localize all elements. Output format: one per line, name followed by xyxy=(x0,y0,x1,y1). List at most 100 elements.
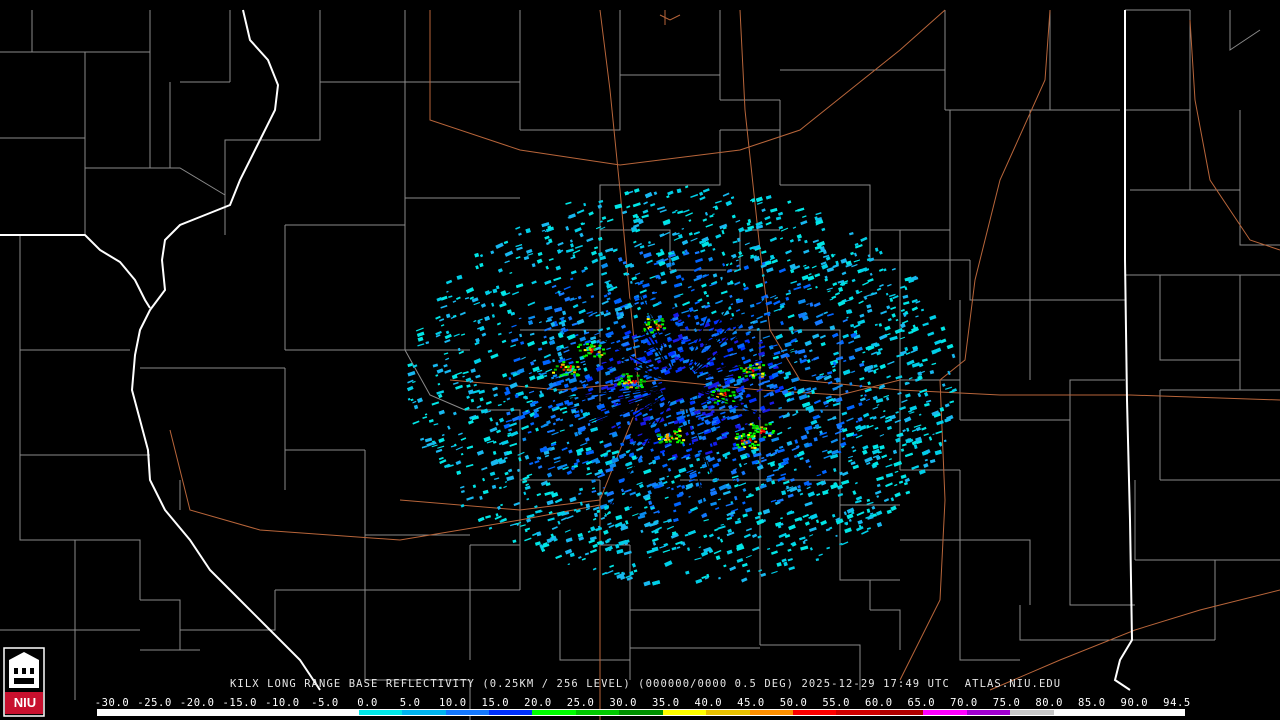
radar-echo-core xyxy=(657,438,661,440)
radar-echo-core xyxy=(666,437,669,440)
radar-echo-core xyxy=(643,380,646,383)
radar-echo-core xyxy=(625,381,628,384)
radar-echo-core xyxy=(564,366,568,369)
colorbar-segment xyxy=(402,710,446,715)
colorbar-segment xyxy=(619,710,663,715)
reflectivity-colorbar xyxy=(97,709,1185,716)
radar-echo-core xyxy=(629,375,633,378)
radar-echo-core xyxy=(560,366,563,369)
radar-echo-core xyxy=(561,363,565,366)
radar-echo-core xyxy=(647,321,651,324)
colorbar-label: 94.5 xyxy=(1163,697,1191,709)
colorbar-label: 35.0 xyxy=(651,697,680,709)
radar-echo-core xyxy=(598,355,602,358)
radar-echo-core xyxy=(763,436,767,439)
radar-echo-core xyxy=(676,441,680,444)
radar-map xyxy=(0,0,1280,720)
radar-echo-core xyxy=(575,374,579,377)
colorbar-segment xyxy=(488,710,533,715)
radar-echo-core xyxy=(740,439,743,442)
colorbar-label: 5.0 xyxy=(399,697,421,709)
radar-echo-core xyxy=(682,439,686,442)
radar-echo-core xyxy=(569,366,572,369)
radar-echo-core xyxy=(619,377,623,380)
radar-echo-core xyxy=(555,365,559,368)
radar-echo-core xyxy=(617,383,621,386)
radar-echo-core xyxy=(768,423,772,426)
radar-echo-core xyxy=(569,365,572,367)
colorbar-segment xyxy=(228,710,272,715)
radar-echo-core xyxy=(570,372,574,375)
product-caption: KILX LONG RANGE BASE REFLECTIVITY (0.25K… xyxy=(230,678,1062,690)
radar-echo-core xyxy=(566,368,569,371)
radar-echo-core xyxy=(721,393,724,396)
radar-echo-core xyxy=(742,435,746,438)
radar-echo-core xyxy=(745,441,748,444)
colorbar-segment xyxy=(923,710,967,715)
radar-echo-core xyxy=(579,343,583,346)
radar-echo-core xyxy=(625,386,629,389)
radar-echo-core xyxy=(634,386,638,389)
radar-echo-core xyxy=(658,441,662,444)
radar-echo-core xyxy=(577,346,580,348)
radar-echo-core xyxy=(678,430,682,432)
radar-echo-core xyxy=(761,372,765,375)
radar-echo-core xyxy=(743,439,746,442)
colorbar-segment xyxy=(1053,710,1098,715)
radar-echo-core xyxy=(755,363,759,366)
radar-echo-core xyxy=(663,327,667,330)
radar-echo-core xyxy=(754,429,758,432)
radar-echo-core xyxy=(751,369,754,372)
radar-echo-core xyxy=(625,373,629,375)
radar-echo-core xyxy=(753,447,757,449)
colorbar-label: 40.0 xyxy=(694,697,723,709)
radar-echo-core xyxy=(627,377,631,380)
radar-echo-core xyxy=(760,429,763,432)
radar-echo-core xyxy=(559,374,563,377)
colorbar-label: 0.0 xyxy=(357,697,378,709)
colorbar-segment xyxy=(879,710,924,715)
colorbar-label: 25.0 xyxy=(566,697,595,709)
radar-echo-core xyxy=(751,424,755,427)
radar-echo-core xyxy=(758,366,761,369)
radar-echo-core xyxy=(671,437,674,439)
radar-echo-core xyxy=(747,434,751,436)
radar-echo-core xyxy=(717,400,721,402)
radar-echo-core xyxy=(639,381,643,384)
radar-echo-core xyxy=(668,440,672,443)
colorbar-label: 80.0 xyxy=(1035,697,1064,709)
colorbar-label: 30.0 xyxy=(609,697,638,709)
radar-echo-core xyxy=(764,423,768,426)
radar-echo-core xyxy=(677,428,681,431)
radar-echo-core xyxy=(749,367,752,370)
radar-echo-core xyxy=(562,361,566,364)
colorbar-label: -20.0 xyxy=(179,697,215,709)
radar-echo-core xyxy=(650,331,654,334)
colorbar-segment xyxy=(98,710,142,715)
colorbar-segment xyxy=(184,710,229,715)
colorbar-segment xyxy=(1140,710,1184,715)
radar-echo-core xyxy=(763,427,767,430)
colorbar-label: 20.0 xyxy=(524,697,552,709)
radar-echo-core xyxy=(750,446,754,449)
radar-echo-core xyxy=(639,378,643,381)
radar-echo-core xyxy=(600,354,604,356)
radar-echo-core xyxy=(749,364,752,367)
radar-echo-core xyxy=(752,432,756,435)
radar-echo-core xyxy=(728,394,732,397)
radar-echo-core xyxy=(754,440,758,443)
radar-echo-core xyxy=(590,351,593,354)
radar-echo-core xyxy=(640,386,644,389)
colorbar-segment xyxy=(706,710,750,715)
radar-echo-core xyxy=(563,368,565,371)
radar-echo-core xyxy=(639,383,643,386)
radar-echo-core xyxy=(752,367,756,369)
radar-echo-core xyxy=(736,433,739,436)
radar-echo-core xyxy=(724,392,727,394)
radar-echo-core xyxy=(736,443,740,446)
radar-echo-core xyxy=(659,436,663,439)
radar-echo-core xyxy=(745,371,748,374)
radar-echo-core xyxy=(715,388,719,391)
radar-echo-core xyxy=(622,373,626,376)
colorbar-segment xyxy=(141,710,185,715)
